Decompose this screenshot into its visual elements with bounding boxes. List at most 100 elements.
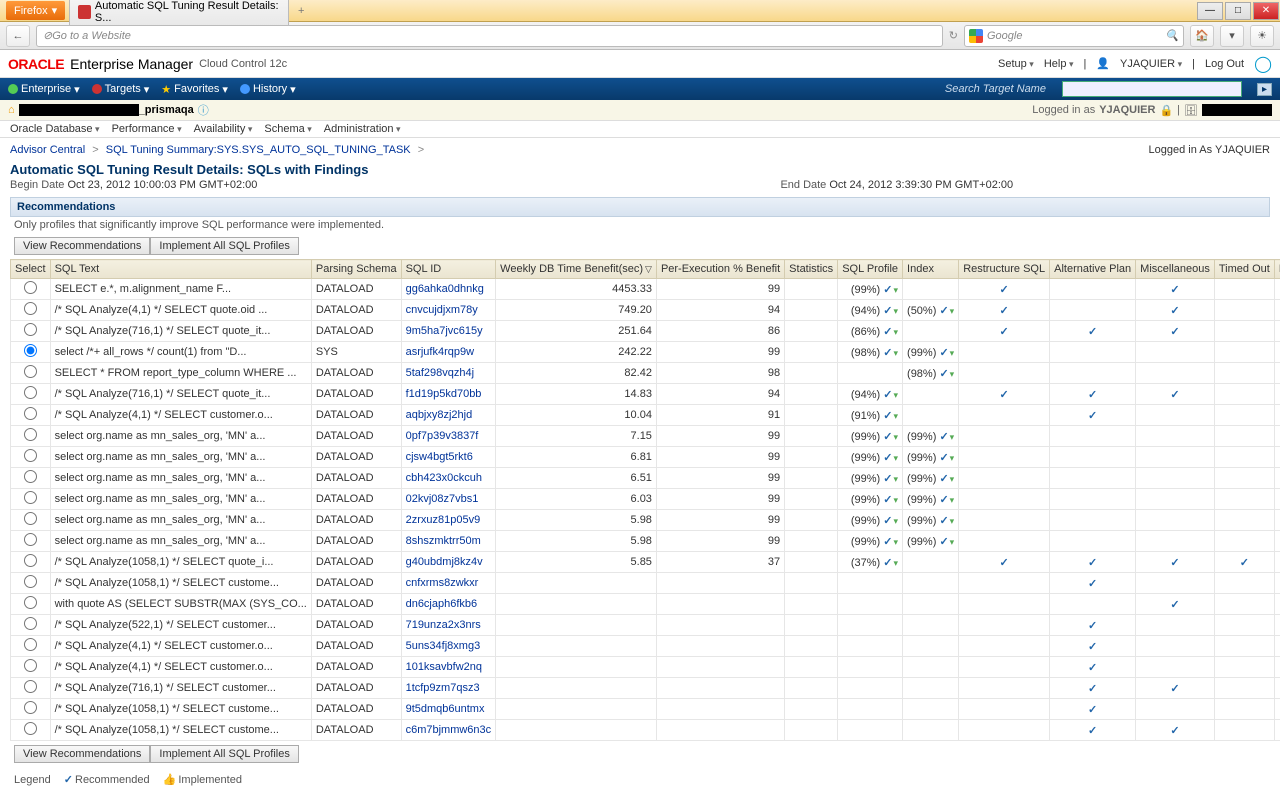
- cell-error: [1274, 447, 1280, 468]
- feeds-button[interactable]: ☀: [1250, 25, 1274, 47]
- row-select-radio[interactable]: [24, 554, 37, 567]
- col-restruct[interactable]: Restructure SQL: [959, 260, 1050, 279]
- row-select-radio[interactable]: [24, 302, 37, 315]
- col-select[interactable]: Select: [11, 260, 51, 279]
- nav-favorites[interactable]: ★Favorites▾: [161, 83, 228, 96]
- row-select-radio[interactable]: [24, 470, 37, 483]
- url-input[interactable]: ⊘ Go to a Website: [36, 25, 943, 47]
- implement-profiles-button[interactable]: Implement All SQL Profiles: [150, 237, 298, 255]
- crumb-summary[interactable]: SQL Tuning Summary:SYS.SYS_AUTO_SQL_TUNI…: [106, 144, 411, 156]
- user-menu[interactable]: YJAQUIER: [1120, 58, 1182, 70]
- cell-restruct: ✓: [959, 321, 1050, 342]
- menu-performance[interactable]: Performance: [112, 123, 182, 135]
- row-select-radio[interactable]: [24, 617, 37, 630]
- sqlid-link[interactable]: cnfxrms8zwkxr: [406, 577, 479, 589]
- sqlid-link[interactable]: 02kvj08z7vbs1: [406, 493, 479, 505]
- row-select-radio[interactable]: [24, 344, 37, 357]
- home-button[interactable]: 🏠: [1190, 25, 1214, 47]
- sqlid-link[interactable]: cbh423x0ckcuh: [406, 472, 482, 484]
- row-select-radio[interactable]: [24, 491, 37, 504]
- sqlid-link[interactable]: gg6ahka0dhnkg: [406, 283, 484, 295]
- col-sqlid[interactable]: SQL ID: [401, 260, 496, 279]
- cell-weekly: 749.20: [496, 300, 657, 321]
- sqlid-link[interactable]: 101ksavbfw2nq: [406, 661, 482, 673]
- menu-schema[interactable]: Schema: [264, 123, 311, 135]
- nav-history[interactable]: History▾: [240, 83, 296, 96]
- sqlid-link[interactable]: aqbjxy8zj2hjd: [406, 409, 473, 421]
- menu-oracle-database[interactable]: Oracle Database: [10, 123, 100, 135]
- menu-administration[interactable]: Administration: [324, 123, 401, 135]
- crumb-advisor[interactable]: Advisor Central: [10, 144, 85, 156]
- col-schema[interactable]: Parsing Schema: [311, 260, 401, 279]
- row-select-radio[interactable]: [24, 575, 37, 588]
- reload-icon[interactable]: ↻: [949, 29, 958, 42]
- row-select-radio[interactable]: [24, 365, 37, 378]
- search-input[interactable]: Google 🔍: [964, 25, 1184, 47]
- cell-sqlid: c6m7bjmmw6n3c: [401, 720, 496, 741]
- row-select-radio[interactable]: [24, 638, 37, 651]
- sqlid-link[interactable]: 9t5dmqb6untmx: [406, 703, 485, 715]
- row-select-radio[interactable]: [24, 449, 37, 462]
- row-select-radio[interactable]: [24, 386, 37, 399]
- info-icon[interactable]: ⓘ: [198, 102, 209, 118]
- row-select-radio[interactable]: [24, 722, 37, 735]
- sqlid-link[interactable]: cjsw4bgt5rkt6: [406, 451, 473, 463]
- sqlid-link[interactable]: asrjufk4rqp9w: [406, 346, 474, 358]
- minimize-button[interactable]: —: [1197, 2, 1223, 20]
- row-select-radio[interactable]: [24, 512, 37, 525]
- sqlid-link[interactable]: cnvcujdjxm78y: [406, 304, 478, 316]
- row-select-radio[interactable]: [24, 596, 37, 609]
- row-select-radio[interactable]: [24, 659, 37, 672]
- implement-profiles-button-bottom[interactable]: Implement All SQL Profiles: [150, 745, 298, 763]
- row-select-radio[interactable]: [24, 323, 37, 336]
- sqlid-link[interactable]: 1tcfp9zm7qsz3: [406, 682, 480, 694]
- maximize-button[interactable]: □: [1225, 2, 1251, 20]
- sqlid-link[interactable]: 5taf298vqzh4j: [406, 367, 475, 379]
- row-select-radio[interactable]: [24, 407, 37, 420]
- cell-stats: [785, 363, 838, 384]
- firefox-menu-button[interactable]: Firefox▾: [6, 1, 65, 20]
- col-perexec[interactable]: Per-Execution % Benefit: [656, 260, 784, 279]
- sqlid-link[interactable]: dn6cjaph6fkb6: [406, 598, 478, 610]
- col-weekly[interactable]: Weekly DB Time Benefit(sec)▽: [496, 260, 657, 279]
- sqlid-link[interactable]: c6m7bjmmw6n3c: [406, 724, 492, 736]
- col-err[interactable]: Error: [1274, 260, 1280, 279]
- col-sqltext[interactable]: SQL Text: [50, 260, 311, 279]
- search-submit-icon[interactable]: 🔍: [1165, 29, 1179, 42]
- nav-targets[interactable]: Targets▾: [92, 83, 150, 96]
- row-select-radio[interactable]: [24, 533, 37, 546]
- setup-menu[interactable]: Setup: [998, 58, 1034, 70]
- browser-tab[interactable]: Automatic SQL Tuning Result Details: S..…: [69, 0, 289, 27]
- new-tab-button[interactable]: +: [291, 5, 311, 17]
- logout-link[interactable]: Log Out: [1205, 58, 1244, 70]
- sqlid-link[interactable]: 719unza2x3nrs: [406, 619, 481, 631]
- col-stats[interactable]: Statistics: [785, 260, 838, 279]
- view-recommendations-button-bottom[interactable]: View Recommendations: [14, 745, 150, 763]
- nav-enterprise[interactable]: Enterprise▾: [8, 83, 80, 96]
- row-select-radio[interactable]: [24, 281, 37, 294]
- search-target-go[interactable]: ▸: [1257, 83, 1272, 96]
- sqlid-link[interactable]: 9m5ha7jvc615y: [406, 325, 483, 337]
- search-target-input[interactable]: [1062, 81, 1242, 97]
- sqlid-link[interactable]: 5uns34fj8xmg3: [406, 640, 481, 652]
- home-icon[interactable]: ⌂: [8, 104, 15, 116]
- col-profile[interactable]: SQL Profile: [838, 260, 903, 279]
- sqlid-link[interactable]: 2zrxuz81p05v9: [406, 514, 481, 526]
- row-select-radio[interactable]: [24, 680, 37, 693]
- row-select-radio[interactable]: [24, 428, 37, 441]
- bookmarks-button[interactable]: ▾: [1220, 25, 1244, 47]
- col-timed[interactable]: Timed Out: [1214, 260, 1274, 279]
- sqlid-link[interactable]: g40ubdmj8kz4v: [406, 556, 483, 568]
- row-select-radio[interactable]: [24, 701, 37, 714]
- back-button[interactable]: ←: [6, 25, 30, 47]
- close-button[interactable]: ✕: [1253, 2, 1279, 20]
- col-misc[interactable]: Miscellaneous: [1136, 260, 1215, 279]
- sqlid-link[interactable]: 0pf7p39v3837f: [406, 430, 479, 442]
- sqlid-link[interactable]: f1d19p5kd70bb: [406, 388, 482, 400]
- col-altplan[interactable]: Alternative Plan: [1050, 260, 1136, 279]
- menu-availability[interactable]: Availability: [194, 123, 253, 135]
- view-recommendations-button[interactable]: View Recommendations: [14, 237, 150, 255]
- col-index[interactable]: Index: [903, 260, 959, 279]
- help-menu[interactable]: Help: [1044, 58, 1074, 70]
- sqlid-link[interactable]: 8shszmktrr50m: [406, 535, 481, 547]
